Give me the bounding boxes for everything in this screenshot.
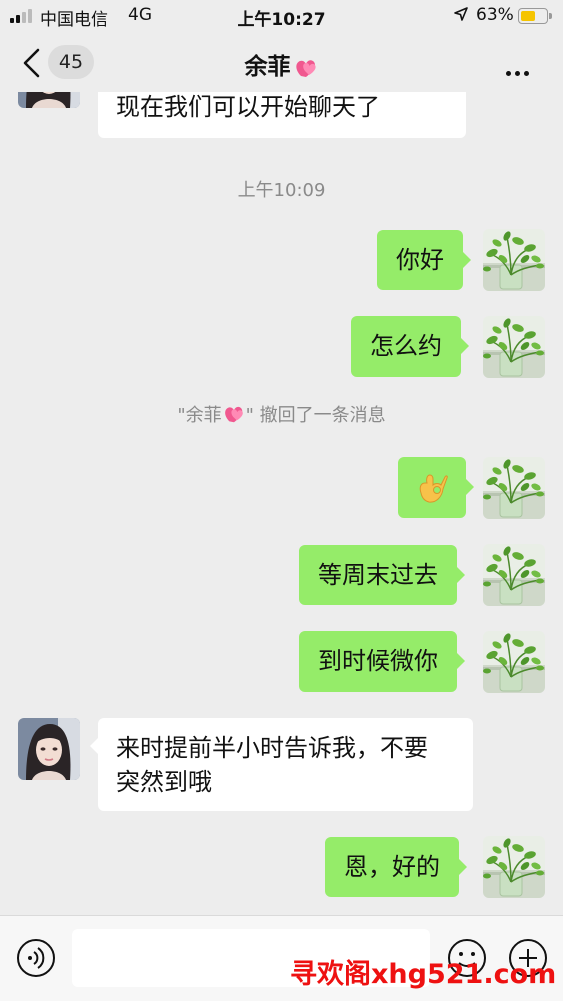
- hearts-emoji-icon: [224, 406, 243, 423]
- contact-avatar[interactable]: [18, 92, 80, 108]
- ok-hand-emoji-icon: [419, 474, 448, 503]
- my-avatar[interactable]: [483, 631, 545, 693]
- contact-name: 余菲: [244, 54, 291, 80]
- contact-avatar[interactable]: [18, 718, 80, 780]
- my-avatar[interactable]: [483, 316, 545, 378]
- more-options-icon[interactable]: [506, 61, 533, 80]
- chat-area[interactable]: 现在我们可以开始聊天了 上午10:09 你好 怎么约 "余菲 " 撤回了一条消息 …: [0, 92, 563, 915]
- received-message[interactable]: 现在我们可以开始聊天了: [98, 92, 466, 138]
- battery-icon: [518, 8, 552, 24]
- status-bar: 中国电信 4G 上午10:27 63%: [0, 0, 563, 32]
- watermark-text: 寻欢阁xhg521.com: [290, 959, 557, 990]
- voice-icon[interactable]: [16, 938, 56, 978]
- message-text: 到时候微你: [318, 647, 438, 675]
- chat-title[interactable]: 余菲: [0, 47, 563, 81]
- my-avatar[interactable]: [483, 836, 545, 898]
- message-text: 现在我们可以开始聊天了: [116, 93, 380, 121]
- location-arrow-icon: [454, 7, 468, 21]
- message-text-line2: 突然到哦: [116, 768, 212, 796]
- nav-bar: 45 余菲: [0, 32, 563, 92]
- recall-prefix: "余菲: [177, 405, 222, 426]
- sent-emoji-message[interactable]: [398, 457, 474, 518]
- sent-message[interactable]: 恩，好的: [325, 837, 467, 897]
- message-text: 等周末过去: [318, 561, 438, 589]
- message-text-line1: 来时提前半小时告诉我，不要: [116, 734, 428, 762]
- sent-message[interactable]: 等周末过去: [299, 545, 465, 605]
- recall-notice: "余菲 " 撤回了一条消息: [0, 401, 563, 427]
- message-text: 恩，好的: [344, 853, 440, 881]
- timestamp: 上午10:09: [237, 180, 326, 201]
- battery-percent: 63%: [476, 5, 514, 25]
- sent-message[interactable]: 怎么约: [351, 316, 469, 377]
- recall-suffix: " 撤回了一条消息: [245, 405, 386, 426]
- sent-message[interactable]: 到时候微你: [299, 631, 465, 692]
- my-avatar[interactable]: [483, 457, 545, 519]
- my-avatar[interactable]: [483, 544, 545, 606]
- my-avatar[interactable]: [483, 229, 545, 291]
- sent-message[interactable]: 你好: [377, 230, 471, 290]
- message-text: 怎么约: [370, 332, 442, 360]
- hearts-emoji-icon: [295, 59, 316, 77]
- received-message[interactable]: 来时提前半小时告诉我，不要 突然到哦: [90, 718, 473, 811]
- message-text: 你好: [396, 246, 444, 274]
